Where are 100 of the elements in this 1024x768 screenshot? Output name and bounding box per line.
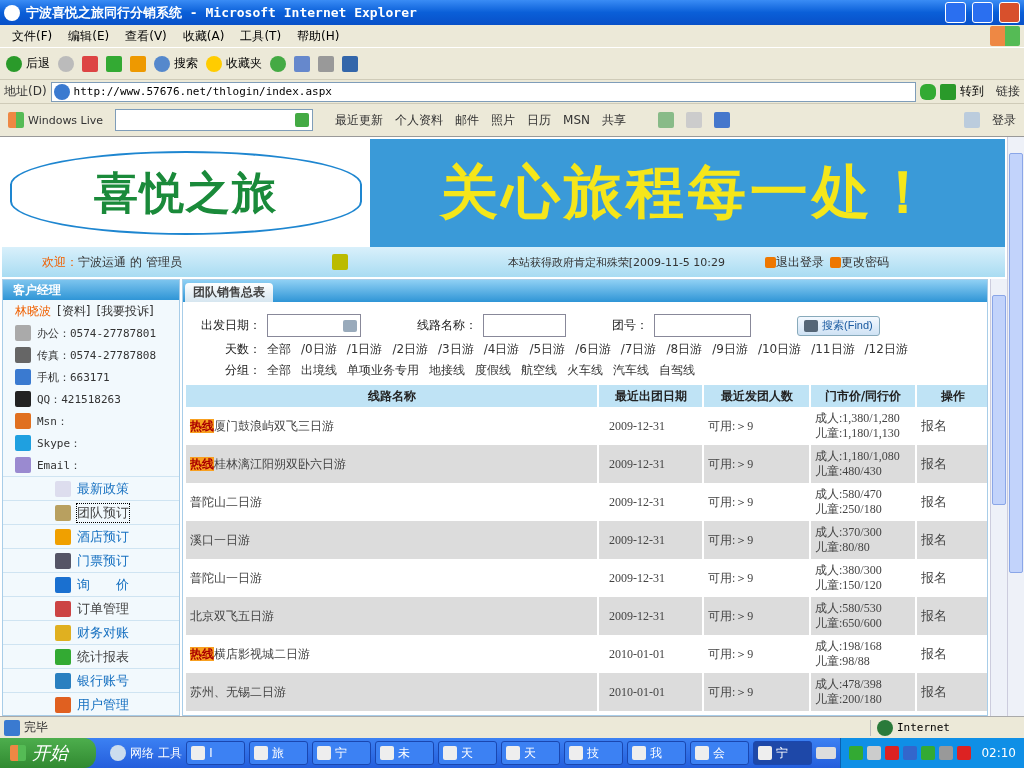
taskbar-button[interactable]: 天 [438,741,498,765]
day-filter-link[interactable]: /3日游 [438,341,474,358]
quick-launch-menu[interactable]: 网络 [130,744,155,762]
contact-text: QQ：421518263 [37,391,121,407]
taskbar-button[interactable]: 会 [690,741,750,765]
taskbar-button[interactable]: 我 [627,741,687,765]
taskbar-button[interactable]: 旅 [249,741,309,765]
nav-link[interactable]: 财务对账 [3,620,179,644]
taskbar-button[interactable]: 技 [564,741,624,765]
column-header: 门市价/同行价 [810,385,916,407]
contact-text: 传真：0574-27787808 [37,347,157,363]
taskbar-button[interactable]: 宁 [312,741,372,765]
day-filter-link[interactable]: /6日游 [575,341,611,358]
live-link[interactable]: 邮件 [455,111,480,129]
zone-text: Internet [897,721,950,734]
minimize-button[interactable] [945,2,966,23]
group-filter-link[interactable]: 地接线 [429,362,465,379]
day-filter-link[interactable]: /2日游 [392,341,429,358]
sign-in-link[interactable]: 登录 [992,111,1016,129]
day-filter-link[interactable]: /9日游 [712,341,748,358]
scrollbar[interactable] [990,279,1007,716]
live-link[interactable]: 个人资料 [395,111,444,129]
close-button[interactable] [999,2,1020,23]
group-filter-link[interactable]: 汽车线 [613,362,649,379]
day-filter-link[interactable]: /5日游 [529,341,566,358]
day-filter-link[interactable]: /0日游 [301,341,337,358]
group-filter-link[interactable]: 单项业务专用 [347,362,419,379]
menu-item[interactable]: 查看(V) [117,27,175,45]
change-password-link[interactable]: 更改密码 [841,253,890,271]
menu-item[interactable]: 编辑(E) [60,27,118,45]
search-button[interactable]: 搜索 [154,55,198,72]
group-filter-link[interactable]: 出境线 [301,362,337,379]
nav-link[interactable]: 酒店预订 [3,524,179,548]
group-filter-link[interactable]: 火车线 [567,362,603,379]
scrollbar[interactable] [1007,137,1024,716]
availability-cell: 可用:＞9 [703,673,810,711]
filter-label: 团号： [612,317,648,334]
nav-link[interactable]: 用户管理 [3,692,179,716]
group-filter-link[interactable]: 全部 [267,362,291,379]
day-filter-link[interactable]: /10日游 [757,341,802,358]
manager-link[interactable]: [资料] [57,302,91,320]
menu-item[interactable]: 工具(T) [232,27,290,45]
menu-item[interactable]: 文件(F) [4,27,61,45]
manager-link[interactable]: [我要投诉] [96,302,154,320]
taskbar-button[interactable]: 未 [375,741,435,765]
column-header: 操作 [916,385,987,407]
route-name-cell: 苏州、无锡二日游 [186,673,598,711]
links-label[interactable]: 链接 [996,83,1020,100]
favorites-button[interactable]: 收藏夹 [206,55,262,72]
day-filter-link[interactable]: /4日游 [483,341,520,358]
nav-link[interactable]: 统计报表 [3,644,179,668]
filter-input[interactable] [483,314,566,337]
column-header: 最近发团人数 [703,385,810,407]
taskbar-button[interactable]: I [186,741,246,765]
live-search-field[interactable] [115,109,314,131]
group-filter-link[interactable]: 度假线 [475,362,511,379]
windows-live-button[interactable]: Windows Live [8,112,104,128]
day-filter-link[interactable]: /7日游 [620,341,657,358]
nav-link[interactable]: 订单管理 [3,596,179,620]
column-header: 最近出团日期 [598,385,703,407]
live-link[interactable]: 最近更新 [335,111,384,129]
nav-link[interactable]: 最新政策 [3,476,179,500]
notice-text: 本站获得政府肯定和殊荣[2009-11-5 10:29 [507,254,726,270]
taskbar-button[interactable]: 宁 [753,741,813,765]
live-link[interactable]: 共享 [602,111,626,129]
search-button[interactable]: 搜索(Find) [797,315,880,336]
logo: 喜悦之旅 [10,151,362,235]
nav-link[interactable]: 银行账号 [3,668,179,692]
day-filter-link[interactable]: /8日游 [666,341,703,358]
status-text: 完毕 [24,719,48,736]
quick-launch-menu[interactable]: 工具 [158,744,183,762]
back-button[interactable]: 后退 [6,55,50,72]
live-link[interactable]: 照片 [491,111,516,129]
day-filter-link[interactable]: /12日游 [864,341,908,358]
taskbar-button[interactable]: 天 [501,741,561,765]
menu-item[interactable]: 帮助(H) [289,27,348,45]
filter-input[interactable] [267,314,361,337]
nav-link[interactable]: 门票预订 [3,548,179,572]
address-label: 地址(D) [4,83,47,100]
live-link[interactable]: 日历 [527,111,552,129]
go-button[interactable]: 转到 [940,83,984,100]
filter-input[interactable] [654,314,751,337]
restore-button[interactable] [972,2,993,23]
day-filter-link[interactable]: /11日游 [811,341,855,358]
welcome-label: 欢迎： [42,253,78,271]
day-filter-link[interactable]: /1日游 [346,341,383,358]
sidebar-header: 客户经理 [3,280,179,300]
nav-link[interactable]: 询 价 [3,572,179,596]
group-filter-link[interactable]: 自驾线 [659,362,695,379]
logout-link[interactable]: 退出登录 [776,253,825,271]
filter-label: 出发日期： [201,317,261,334]
address-field[interactable]: http://www.57676.net/thlogin/index.aspx [50,81,916,102]
group-filter-link[interactable]: 航空线 [521,362,557,379]
day-filter-link[interactable]: 全部 [267,341,291,358]
nav-link[interactable]: 团队预订 [3,500,179,524]
group-label: 分组： [225,362,261,379]
menu-item[interactable]: 收藏(A) [174,27,233,45]
price-cell: 成人:478/398 儿童:200/180 [810,673,916,711]
live-link[interactable]: MSN [563,113,590,127]
start-button[interactable]: 开始 [0,738,97,768]
